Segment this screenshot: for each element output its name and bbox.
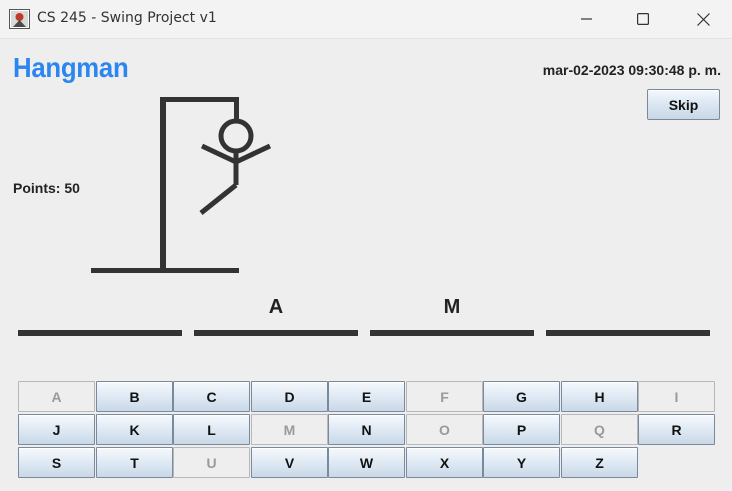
word-slot-letter: M: [443, 296, 461, 318]
letter-button-u: U: [173, 447, 250, 478]
letter-button-d[interactable]: D: [251, 381, 328, 412]
word-slot-1: [18, 288, 182, 336]
letter-button-z[interactable]: Z: [561, 447, 638, 478]
word-slot-letter: A: [268, 296, 284, 318]
letter-button-y[interactable]: Y: [483, 447, 560, 478]
hangman-left-leg: [199, 183, 238, 215]
letter-button-h[interactable]: H: [561, 381, 638, 412]
hangman-head: [218, 118, 254, 154]
gallows-post: [160, 97, 166, 271]
letter-button-b[interactable]: B: [96, 381, 173, 412]
word-slot-underline: [546, 330, 710, 336]
word-slot-underline: [370, 330, 534, 336]
letter-button-v[interactable]: V: [251, 447, 328, 478]
letter-button-n[interactable]: N: [328, 414, 405, 445]
letter-button-l[interactable]: L: [173, 414, 250, 445]
letter-button-i: I: [638, 381, 715, 412]
letter-button-x[interactable]: X: [406, 447, 483, 478]
word-slot-underline: [18, 330, 182, 336]
gallows-beam: [160, 97, 239, 102]
letter-button-j[interactable]: J: [18, 414, 95, 445]
letter-button-a: A: [18, 381, 95, 412]
letter-button-c[interactable]: C: [173, 381, 250, 412]
letter-button-k[interactable]: K: [96, 414, 173, 445]
letter-button-w[interactable]: W: [328, 447, 405, 478]
letter-button-f: F: [406, 381, 483, 412]
word-slot-2: A: [194, 288, 358, 336]
word-slot-3: M: [370, 288, 534, 336]
letter-button-g[interactable]: G: [483, 381, 560, 412]
letter-button-r[interactable]: R: [638, 414, 715, 445]
letter-button-s[interactable]: S: [18, 447, 95, 478]
word-slot-4: [546, 288, 710, 336]
letter-button-t[interactable]: T: [96, 447, 173, 478]
letter-keyboard: ABCDEFGHI JKLMNOPQR STUVWXYZ: [18, 381, 716, 479]
letter-button-m: M: [251, 414, 328, 445]
letter-button-p[interactable]: P: [483, 414, 560, 445]
word-slot-underline: [194, 330, 358, 336]
letter-button-o: O: [406, 414, 483, 445]
gallows-rope: [234, 97, 239, 120]
letter-button-e[interactable]: E: [328, 381, 405, 412]
gallows-structure: [91, 97, 239, 273]
letter-button-q: Q: [561, 414, 638, 445]
